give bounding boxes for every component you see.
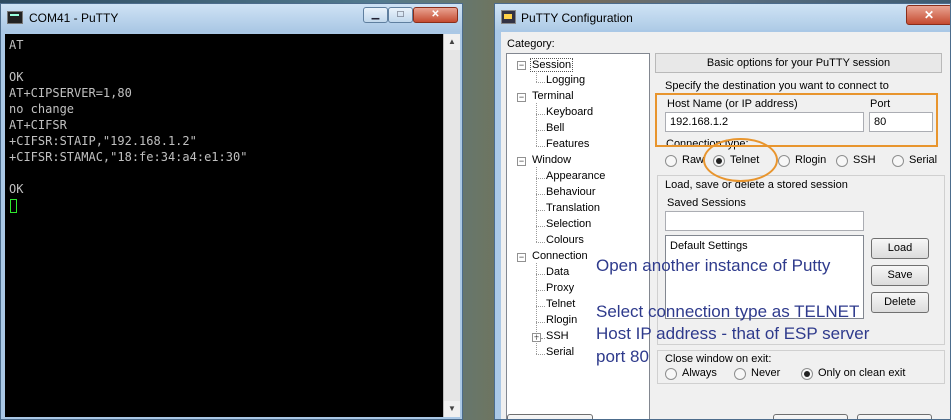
tree-item-connection[interactable]: Connection bbox=[532, 250, 588, 262]
tree-connector bbox=[536, 354, 545, 355]
tree-connector bbox=[536, 178, 545, 179]
tree-item-logging[interactable]: Logging bbox=[546, 74, 585, 86]
maximize-button[interactable]: □ bbox=[388, 7, 413, 23]
radio-label-raw[interactable]: Raw bbox=[682, 154, 704, 166]
host-port-highlight bbox=[655, 93, 938, 147]
radio-label-serial[interactable]: Serial bbox=[909, 154, 937, 166]
save-button[interactable]: Save bbox=[871, 265, 929, 286]
panel-header: Basic options for your PuTTY session bbox=[655, 53, 942, 73]
tree-connector bbox=[536, 114, 545, 115]
putty-config-window: PuTTY Configuration ✕ Category: Session −… bbox=[494, 3, 951, 420]
tree-connector bbox=[536, 146, 545, 147]
tree-connector bbox=[536, 242, 545, 243]
tree-item-bell[interactable]: Bell bbox=[546, 122, 564, 134]
tree-connector bbox=[536, 210, 545, 211]
terminal-screen[interactable]: AT OK AT+CIPSERVER=1,80 no change AT+CIF… bbox=[5, 34, 443, 417]
tree-connector bbox=[536, 130, 545, 131]
terminal-title-bar[interactable]: COM41 - PuTTY ▁ □ ✕ bbox=[1, 4, 462, 32]
collapse-minus-icon[interactable]: − bbox=[517, 61, 526, 70]
annotation-line-3: Host IP address - that of ESP server bbox=[596, 324, 870, 343]
collapse-minus-icon[interactable]: − bbox=[517, 253, 526, 262]
saved-sessions-label: Saved Sessions bbox=[667, 197, 746, 209]
session-default-settings[interactable]: Default Settings bbox=[670, 240, 748, 252]
annotation-line-2: Select connection type as TELNET bbox=[596, 302, 860, 321]
tree-connector bbox=[536, 71, 537, 82]
about-button[interactable] bbox=[507, 414, 593, 419]
tree-connector bbox=[536, 322, 545, 323]
tree-item-serial[interactable]: Serial bbox=[546, 346, 574, 358]
close-exit-label: Close window on exit: bbox=[665, 353, 774, 365]
radio-label-ssh[interactable]: SSH bbox=[853, 154, 876, 166]
radio-always[interactable] bbox=[665, 368, 677, 380]
minimize-button[interactable]: ▁ bbox=[363, 7, 388, 23]
scroll-up-icon[interactable]: ▲ bbox=[444, 34, 460, 50]
tree-item-translation[interactable]: Translation bbox=[546, 202, 600, 214]
tree-item-telnet[interactable]: Telnet bbox=[546, 298, 575, 310]
radio-label-always[interactable]: Always bbox=[682, 367, 717, 379]
radio-ssh[interactable] bbox=[836, 155, 848, 167]
tree-item-terminal[interactable]: Terminal bbox=[532, 90, 574, 102]
category-label: Category: bbox=[507, 38, 555, 50]
tree-item-features[interactable]: Features bbox=[546, 138, 589, 150]
tree-item-session[interactable]: Session bbox=[530, 58, 574, 72]
scroll-down-icon[interactable]: ▼ bbox=[444, 401, 460, 417]
terminal-window: COM41 - PuTTY ▁ □ ✕ AT OK AT+CIPSERVER=1… bbox=[0, 3, 463, 420]
load-save-label: Load, save or delete a stored session bbox=[665, 179, 850, 191]
tree-item-window[interactable]: Window bbox=[532, 154, 571, 166]
annotation-line-1: Open another instance of Putty bbox=[596, 256, 831, 275]
annotation-line-4: port 80 bbox=[596, 347, 649, 366]
putty-terminal-icon bbox=[7, 11, 23, 24]
tree-connector bbox=[536, 167, 537, 242]
collapse-minus-icon[interactable]: − bbox=[517, 93, 526, 102]
tree-connector bbox=[536, 306, 545, 307]
putty-icon bbox=[501, 10, 516, 24]
tree-connector bbox=[536, 194, 545, 195]
collapse-minus-icon[interactable]: − bbox=[517, 157, 526, 166]
config-body: Category: Session − Logging Terminal − Keyboa… bbox=[501, 32, 950, 419]
radio-label-rlogin[interactable]: Rlogin bbox=[795, 154, 826, 166]
open-button[interactable] bbox=[773, 414, 848, 419]
tree-connector bbox=[536, 103, 537, 146]
terminal-scrollbar[interactable]: ▲ ▼ bbox=[443, 34, 460, 417]
delete-button[interactable]: Delete bbox=[871, 292, 929, 313]
config-title-bar[interactable]: PuTTY Configuration ✕ bbox=[495, 4, 950, 30]
config-title: PuTTY Configuration bbox=[521, 11, 633, 25]
terminal-cursor bbox=[10, 199, 17, 213]
tree-connector bbox=[536, 290, 545, 291]
tree-connector bbox=[536, 274, 545, 275]
tree-item-keyboard[interactable]: Keyboard bbox=[546, 106, 593, 118]
tree-connector bbox=[541, 338, 545, 339]
terminal-title: COM41 - PuTTY bbox=[29, 11, 119, 25]
close-button[interactable]: ✕ bbox=[413, 7, 458, 23]
saved-sessions-input[interactable] bbox=[665, 211, 864, 231]
tree-connector bbox=[536, 82, 545, 83]
tree-item-behaviour[interactable]: Behaviour bbox=[546, 186, 596, 198]
tree-item-data[interactable]: Data bbox=[546, 266, 569, 278]
radio-serial[interactable] bbox=[892, 155, 904, 167]
tree-item-colours[interactable]: Colours bbox=[546, 234, 584, 246]
config-close-button[interactable]: ✕ bbox=[906, 5, 950, 25]
tree-item-ssh[interactable]: SSH bbox=[546, 330, 569, 342]
tree-connector bbox=[536, 226, 545, 227]
tree-item-appearance[interactable]: Appearance bbox=[546, 170, 605, 182]
tree-item-rlogin[interactable]: Rlogin bbox=[546, 314, 577, 326]
radio-label-never[interactable]: Never bbox=[751, 367, 780, 379]
radio-only-on-clean-exit[interactable] bbox=[801, 368, 813, 380]
tree-connector bbox=[536, 263, 537, 354]
destination-label: Specify the destination you want to conn… bbox=[665, 80, 889, 92]
load-button[interactable]: Load bbox=[871, 238, 929, 259]
terminal-output: AT OK AT+CIPSERVER=1,80 no change AT+CIF… bbox=[9, 38, 248, 196]
telnet-highlight bbox=[703, 138, 778, 182]
radio-label-only-on-clean-exit[interactable]: Only on clean exit bbox=[818, 367, 905, 379]
tree-item-proxy[interactable]: Proxy bbox=[546, 282, 574, 294]
radio-raw[interactable] bbox=[665, 155, 677, 167]
radio-never[interactable] bbox=[734, 368, 746, 380]
tree-item-selection[interactable]: Selection bbox=[546, 218, 591, 230]
cancel-button[interactable] bbox=[857, 414, 932, 419]
radio-rlogin[interactable] bbox=[778, 155, 790, 167]
